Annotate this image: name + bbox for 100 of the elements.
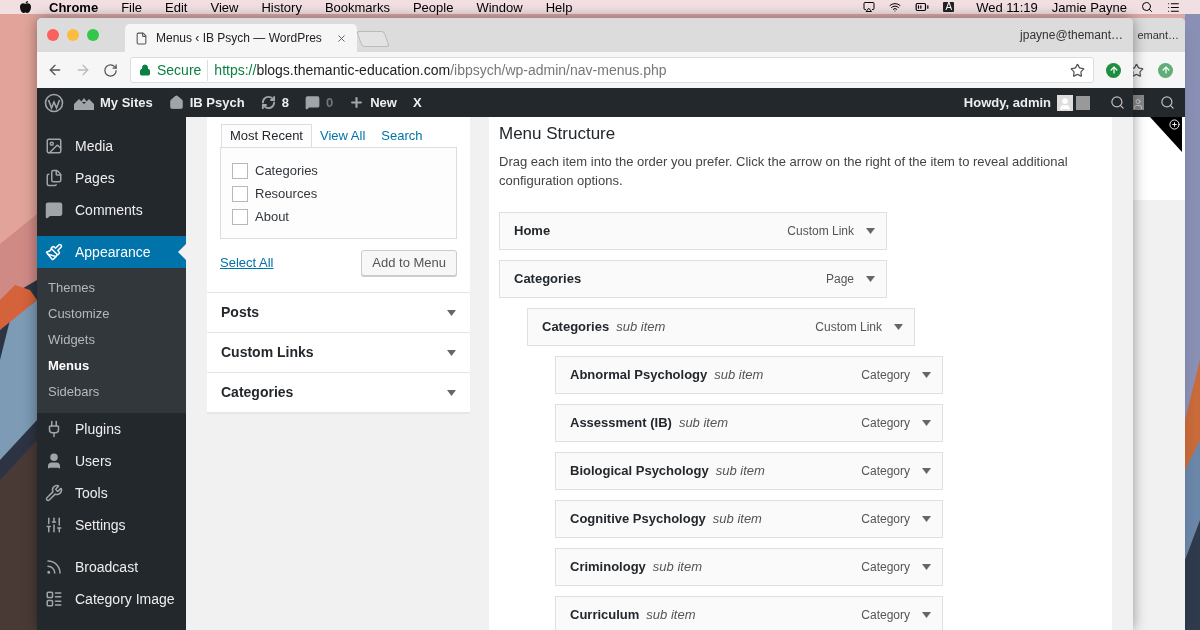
caret-icon[interactable] [922,468,931,474]
menu-item[interactable]: Assessment (IB) sub item Category [555,404,943,442]
airplay-icon[interactable] [863,1,876,13]
account-link[interactable]: Howdy, admin [963,88,1073,117]
menu-item[interactable]: Cognitive Psychology sub item Category [555,500,943,538]
item-title: Categories [542,318,610,337]
menu-bar-item[interactable]: Edit [165,0,188,14]
panel-tab[interactable]: Most Recent [221,124,312,148]
list-icon[interactable] [1167,0,1180,14]
item-title: Biological Psychology [570,462,709,481]
close-icon[interactable] [336,32,347,44]
panel-tab[interactable]: View All [312,124,374,148]
upload-icon[interactable] [1158,62,1173,78]
menu-bar-item[interactable]: View [210,0,239,14]
caret-icon[interactable] [447,309,456,316]
wifi-icon[interactable] [889,1,902,13]
item-type: Custom Link [787,223,854,240]
caret-icon[interactable] [922,372,931,378]
item-type: Category [861,511,910,528]
house-icon [168,95,184,110]
menu-item[interactable]: Curriculum sub item Category [555,596,943,630]
search-icon[interactable] [1160,95,1175,110]
star-icon[interactable] [1070,62,1085,78]
menu-bar-item[interactable]: Chrome [49,0,99,14]
caret-icon[interactable] [922,564,931,570]
item-type: Category [861,559,910,576]
sidebar-item[interactable]: Plugins [37,413,186,445]
search-icon[interactable] [1110,95,1125,110]
caret-icon[interactable] [447,389,456,396]
menu-bar-item[interactable]: Bookmarks [324,0,390,14]
checkbox-label: Categories [255,162,318,181]
user-name[interactable]: Jamie Payne [1051,0,1127,14]
sidebar-item[interactable]: Broadcast [37,551,186,583]
refresh-icon [260,95,276,110]
sidebar-item[interactable]: Category Image [37,583,186,615]
admin-bar-link[interactable]: X [404,88,430,117]
sidebar-item[interactable]: Users [37,445,186,477]
submenu-item[interactable]: Themes [37,275,186,301]
menu-pointer [178,244,186,260]
section-title: Custom Links [221,343,314,362]
upload-icon[interactable] [1106,62,1121,78]
sidebar-item[interactable]: Settings [37,509,186,541]
address-field[interactable]: Secure https://blogs.themantic-education.com/ibpsych/wp-admin/nav-menus.php [130,57,1094,83]
menu-item[interactable]: Criminology sub item Category [555,548,943,586]
profile-name[interactable]: emant… [1137,26,1179,44]
admin-bar-link[interactable]: New [341,88,405,117]
sidebar-item[interactable]: Tools [37,477,186,509]
menu-item[interactable]: Home Custom Link [499,212,887,250]
select-all-link[interactable]: Select All [220,253,274,273]
reload-icon[interactable] [103,62,118,78]
sidebar-item[interactable]: Comments [37,194,186,226]
item-sub-label: sub item [714,366,764,385]
caret-icon[interactable] [922,516,931,522]
description: Drag each item into the order you prefer. Click the arrow on the right of the item to reveal additional configuration options. [499,153,1069,190]
panel-tab[interactable]: Search [373,124,431,148]
input-source[interactable]: A [943,2,955,12]
menu-item[interactable]: Abnormal Psychology sub item Category [555,356,943,394]
submenu-item[interactable]: Widgets [37,327,186,353]
menu-bar-item[interactable]: People [412,0,454,14]
plus-icon[interactable] [1169,119,1180,130]
menu-item[interactable]: Biological Psychology sub item Category [555,452,943,490]
menu-item[interactable]: Categories Page [499,260,887,298]
checkbox[interactable] [232,209,248,225]
menu-item[interactable]: Categories sub item Custom Link [527,308,915,346]
profile-name[interactable]: jpayne@themant… [1020,26,1123,44]
caret-icon[interactable] [866,276,875,282]
checkbox[interactable] [232,186,248,202]
menu-bar-item[interactable]: Help [545,0,573,14]
item-type: Category [861,463,910,480]
submenu-item[interactable]: Customize [37,301,186,327]
search-icon[interactable] [1141,1,1153,13]
sidebar-item[interactable]: Media [37,130,186,162]
logo-icon[interactable] [20,1,31,13]
submenu-item[interactable]: Menus [37,353,186,379]
logo-icon[interactable] [44,92,64,113]
clock[interactable]: Wed 11:19 [976,0,1038,14]
submenu-item[interactable]: Sidebars [37,379,186,405]
accordion-section[interactable]: Categories [207,373,470,413]
item-sub-label: sub item [616,318,666,337]
caret-icon[interactable] [866,228,875,234]
caret-icon[interactable] [894,324,903,330]
browser-tab[interactable]: Menus ‹ IB Psych — WordPres [125,24,357,52]
caret-icon[interactable] [922,612,931,618]
admin-bar-link[interactable]: IB Psych [160,88,253,117]
admin-bar-link[interactable]: My Sites [66,88,161,117]
admin-bar-link[interactable]: 8 [252,88,297,117]
accordion-section[interactable]: Custom Links [207,333,470,373]
menu-bar-item[interactable]: File [121,0,143,14]
accordion-section[interactable]: Posts [207,293,470,333]
menu-bar-item[interactable]: History [261,0,302,14]
sidebar-item[interactable]: Pages [37,162,186,194]
caret-icon[interactable] [922,420,931,426]
battery-icon[interactable] [915,0,930,14]
caret-icon[interactable] [447,349,456,356]
menu-bar-item[interactable]: Window [476,0,523,14]
add-to-menu-button[interactable]: Add to Menu [361,250,457,276]
sidebar-item[interactable]: Appearance [37,236,186,268]
item-sub-label: sub item [652,558,702,577]
checkbox[interactable] [232,163,248,179]
back-icon[interactable] [47,62,63,78]
